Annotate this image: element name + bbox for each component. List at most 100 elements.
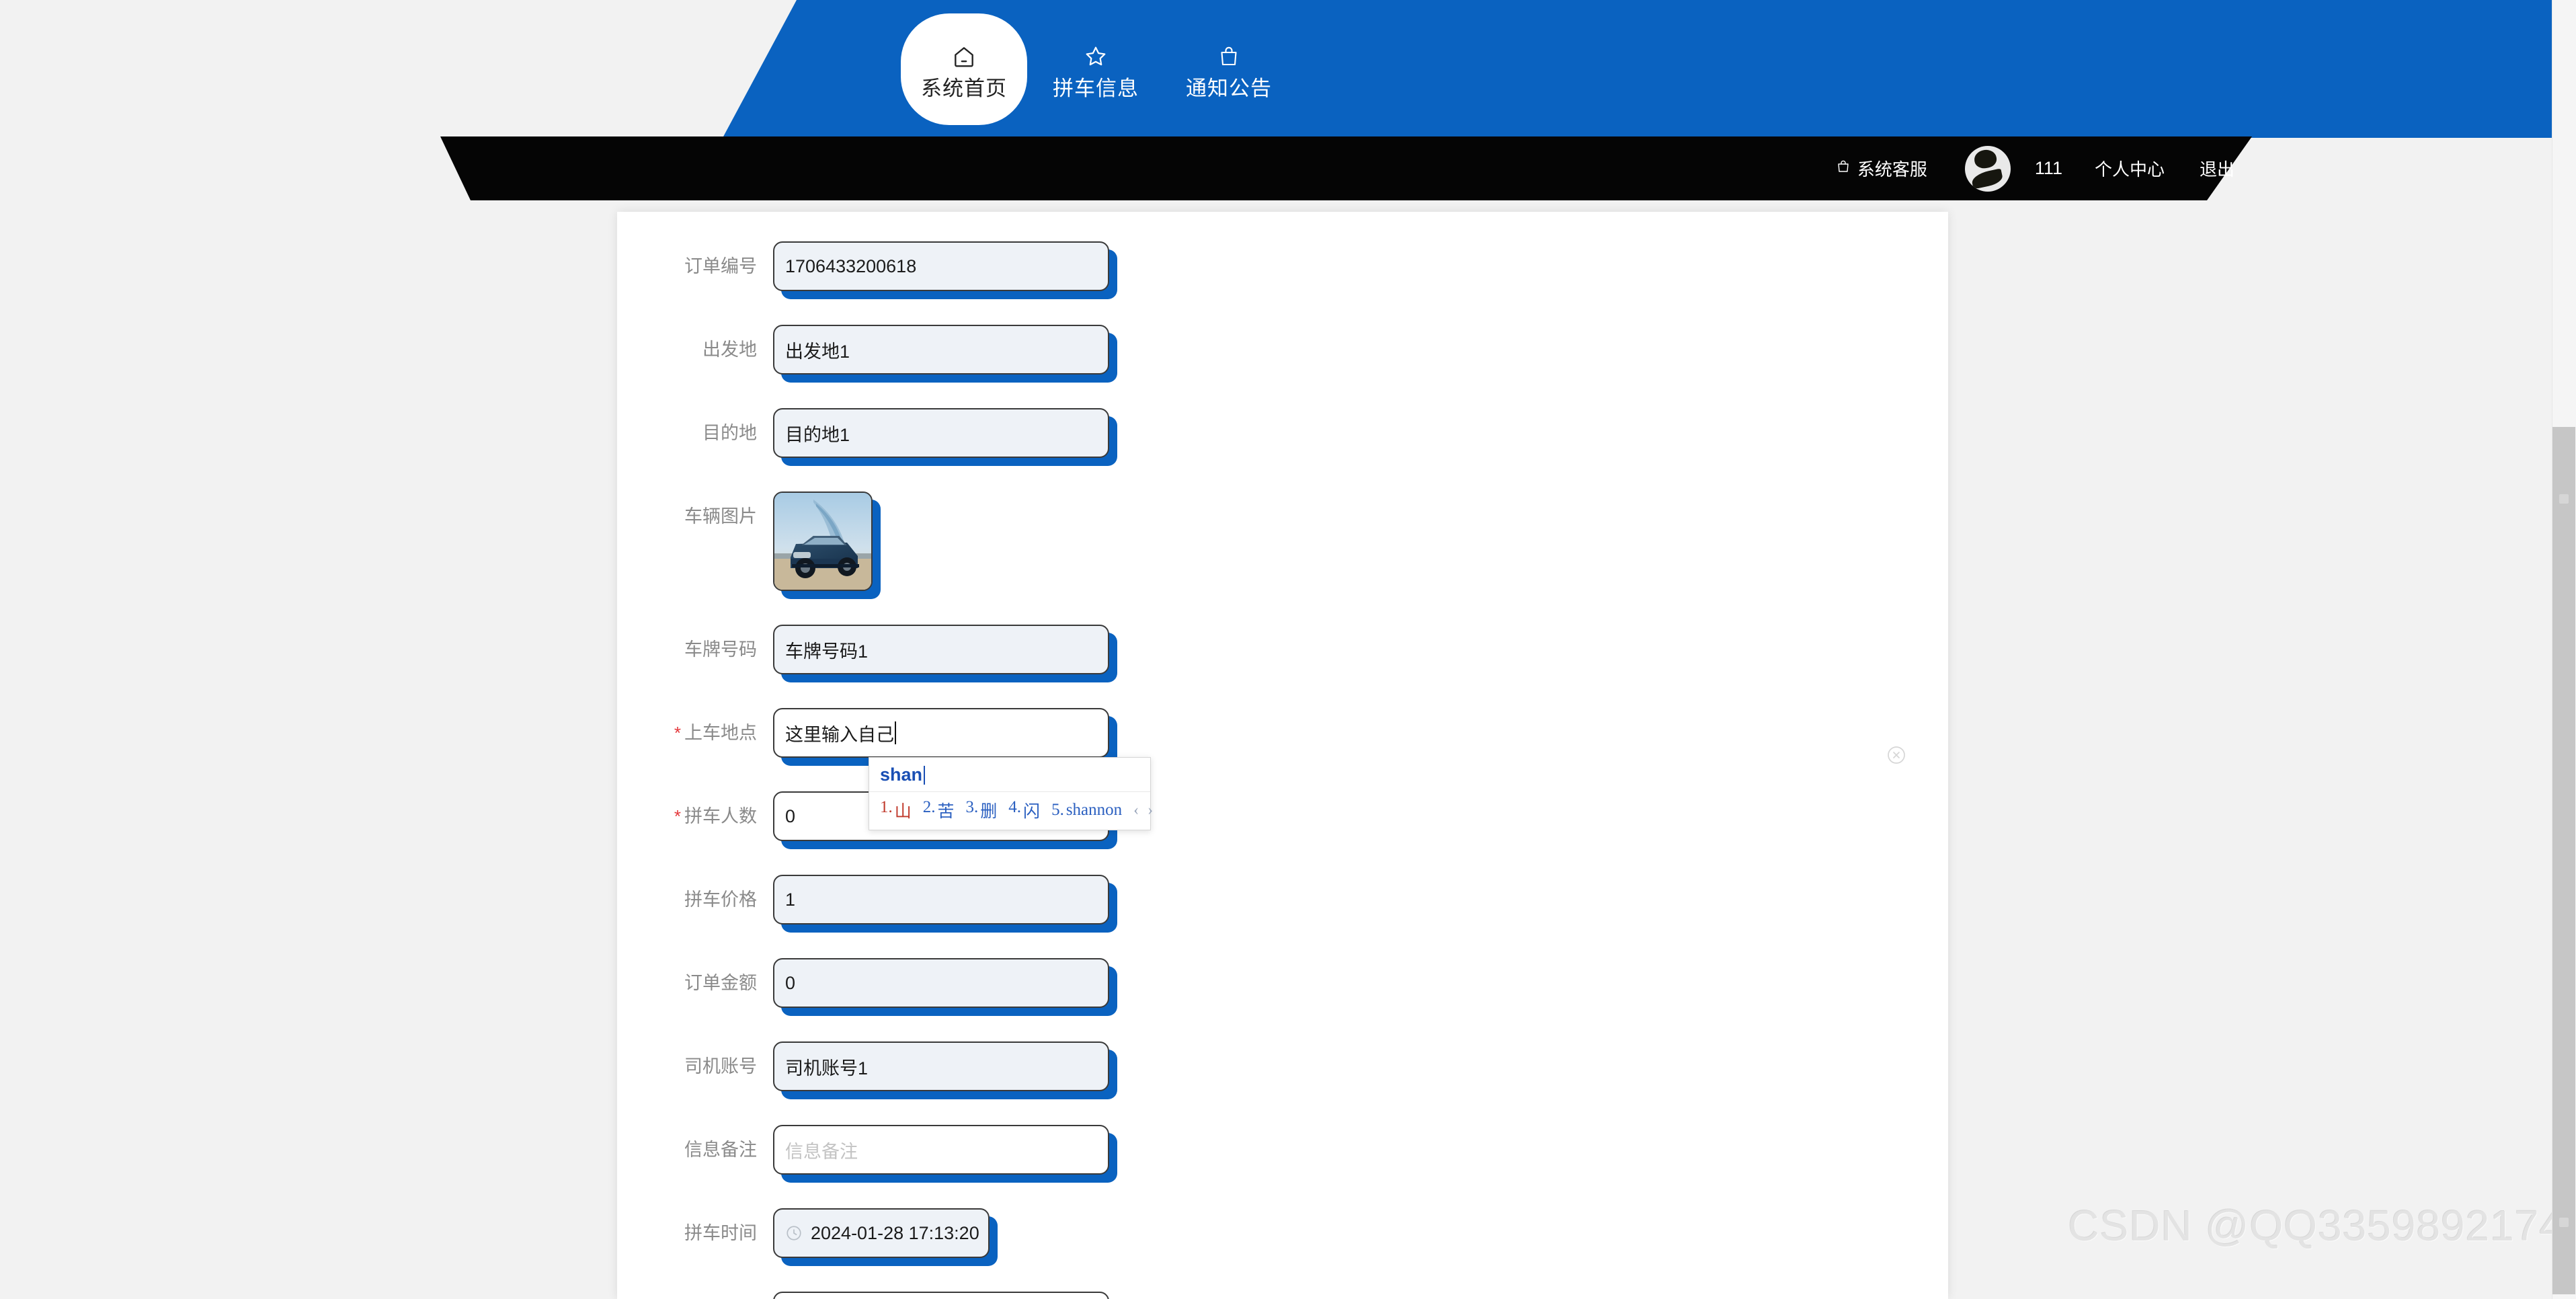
- ime-candidate-number: 3.: [965, 798, 979, 816]
- ime-candidate-3[interactable]: 3. 删: [966, 798, 998, 822]
- form-label-text: 拼车人数: [684, 806, 757, 826]
- form-label-text: 拼车价格: [684, 890, 757, 910]
- field-input-12[interactable]: 111: [773, 1292, 1109, 1299]
- field-value-0: 1706433200618: [785, 255, 917, 276]
- nav-label-announcements: 通知公告: [1186, 77, 1272, 100]
- ime-candidate-number: 4.: [1008, 798, 1022, 816]
- nav-item-announcements[interactable]: 通知公告: [1166, 0, 1292, 138]
- field-input-2[interactable]: 目的地1: [773, 408, 1109, 458]
- required-asterisk: *: [674, 723, 681, 743]
- ime-candidate-row: 1. 山 2. 苦 3. 删 4. 闪 5. shannon ‹ ›: [869, 792, 1153, 830]
- ime-candidate-text: 山: [894, 803, 912, 821]
- ime-candidate-number: 2.: [922, 798, 936, 816]
- nav-item-carpool-info[interactable]: 拼车信息: [1033, 0, 1159, 138]
- form-row: 司机账号 司机账号1: [617, 1041, 1948, 1099]
- field-input-11[interactable]: 2024-01-28 17:13:20: [773, 1208, 990, 1258]
- form-label-text: 司机账号: [684, 1056, 757, 1076]
- form-label-text: 信息备注: [684, 1140, 757, 1160]
- field-value-6: 0: [785, 805, 796, 826]
- profile-center-link[interactable]: 个人中心: [2077, 136, 2182, 200]
- ime-candidate-2[interactable]: 2. 苦: [923, 798, 955, 822]
- field-value-2: 目的地1: [785, 424, 850, 445]
- form-label-text: 订单编号: [684, 256, 757, 276]
- avatar[interactable]: [1964, 145, 2011, 192]
- field-value-1: 出发地1: [785, 341, 850, 362]
- form-label-1: 出发地: [617, 325, 773, 375]
- form-row: 订单编号 1706433200618: [617, 241, 1948, 299]
- vehicle-photo: [774, 493, 871, 590]
- form-label-text: 车辆图片: [684, 506, 757, 526]
- main-navigation: 系统首页 拼车信息 通知公告: [901, 0, 1292, 138]
- scrollbar-thumb[interactable]: [2552, 427, 2575, 1294]
- logout-label: 退出: [2199, 159, 2235, 180]
- ime-candidate-text: 删: [980, 803, 998, 821]
- star-icon: [1083, 39, 1109, 74]
- ime-caret: [924, 765, 926, 785]
- field-wrapper: 车牌号码1: [773, 625, 1117, 682]
- form-row: 出发地 出发地1: [617, 325, 1948, 383]
- form-row: 订单金额 0: [617, 958, 1948, 1016]
- field-wrapper: 信息备注: [773, 1125, 1117, 1183]
- ime-candidate-text: shannon: [1065, 801, 1123, 819]
- field-value-8: 0: [785, 972, 796, 993]
- form-label-text: 订单金额: [684, 973, 757, 993]
- page-scrollbar[interactable]: [2552, 0, 2576, 1299]
- nav-label-carpool-info: 拼车信息: [1053, 77, 1139, 100]
- ime-candidate-4[interactable]: 4. 闪: [1008, 798, 1040, 822]
- logout-link[interactable]: 退出: [2182, 136, 2252, 200]
- field-wrapper: 出发地1: [773, 325, 1117, 383]
- ime-candidate-popup: shan 1. 山 2. 苦 3. 删 4. 闪 5. shannon ‹ ›: [869, 757, 1153, 830]
- field-input-5[interactable]: 这里输入自己: [773, 708, 1109, 758]
- field-input-4[interactable]: 车牌号码1: [773, 625, 1109, 674]
- field-input-9[interactable]: 司机账号1: [773, 1041, 1109, 1091]
- form-label-12: 用户名: [617, 1292, 773, 1299]
- ime-candidate-text: 闪: [1023, 803, 1041, 821]
- field-input-7[interactable]: 1: [773, 875, 1109, 924]
- form-label-text: 目的地: [702, 423, 757, 443]
- text-caret: [895, 721, 896, 744]
- ime-candidate-number: 5.: [1051, 801, 1064, 819]
- form-row: * 上车地点 这里输入自己: [617, 708, 1948, 766]
- field-input-8[interactable]: 0: [773, 958, 1109, 1008]
- field-wrapper: 1706433200618: [773, 241, 1117, 299]
- required-asterisk: *: [674, 806, 681, 826]
- form-row: 目的地 目的地1: [617, 408, 1948, 466]
- form-label-10: 信息备注: [617, 1125, 773, 1175]
- form-row: 用户名111: [617, 1292, 1948, 1299]
- field-input-10[interactable]: 信息备注: [773, 1125, 1109, 1175]
- shopping-bag-icon: [1217, 39, 1241, 74]
- form-label-11: 拼车时间: [617, 1208, 773, 1258]
- site-header: 系统首页 拼车信息 通知公告 系统客服 111 个人中心 退出: [0, 0, 2576, 202]
- field-wrapper: 目的地1: [773, 408, 1117, 466]
- form-label-5: * 上车地点: [617, 708, 773, 758]
- ime-candidate-5[interactable]: 5. shannon: [1051, 801, 1122, 820]
- field-value-5: 这里输入自己: [785, 724, 894, 745]
- account-username[interactable]: 111: [2020, 158, 2077, 179]
- field-input-0[interactable]: 1706433200618: [773, 241, 1109, 291]
- form-label-8: 订单金额: [617, 958, 773, 1008]
- field-wrapper: 0: [773, 958, 1117, 1016]
- form-label-text: 上车地点: [684, 723, 757, 743]
- account-strip: 系统客服 111 个人中心 退出: [1818, 136, 2252, 200]
- field-input-1[interactable]: 出发地1: [773, 325, 1109, 375]
- form-label-6: * 拼车人数: [617, 791, 773, 841]
- profile-center-label: 个人中心: [2094, 159, 2165, 180]
- form-label-3: 车辆图片: [617, 491, 773, 541]
- nav-item-home[interactable]: 系统首页: [901, 13, 1027, 125]
- carpool-detail-form: 订单编号 1706433200618 出发地 出发地1 目的地 目的地1 车辆图片 车牌号码车…: [617, 212, 1948, 1299]
- field-wrapper: 111: [773, 1292, 1109, 1299]
- ime-next-page-icon[interactable]: ›: [1148, 801, 1153, 820]
- ime-prev-page-icon[interactable]: ‹: [1133, 801, 1139, 820]
- field-wrapper: 1: [773, 875, 1117, 933]
- field-wrapper: 这里输入自己: [773, 708, 1117, 766]
- form-label-0: 订单编号: [617, 241, 773, 291]
- form-label-7: 拼车价格: [617, 875, 773, 924]
- clock-icon: [785, 1224, 803, 1242]
- vehicle-image-thumbnail[interactable]: [773, 491, 873, 591]
- field-wrapper: 司机账号1: [773, 1041, 1117, 1099]
- close-icon[interactable]: [1886, 744, 1907, 766]
- system-support-link[interactable]: 系统客服: [1818, 136, 1945, 200]
- field-wrapper: 2024-01-28 17:13:20: [773, 1208, 998, 1266]
- form-row: * 拼车人数 0: [617, 791, 1948, 849]
- ime-candidate-1[interactable]: 1. 山: [880, 798, 912, 822]
